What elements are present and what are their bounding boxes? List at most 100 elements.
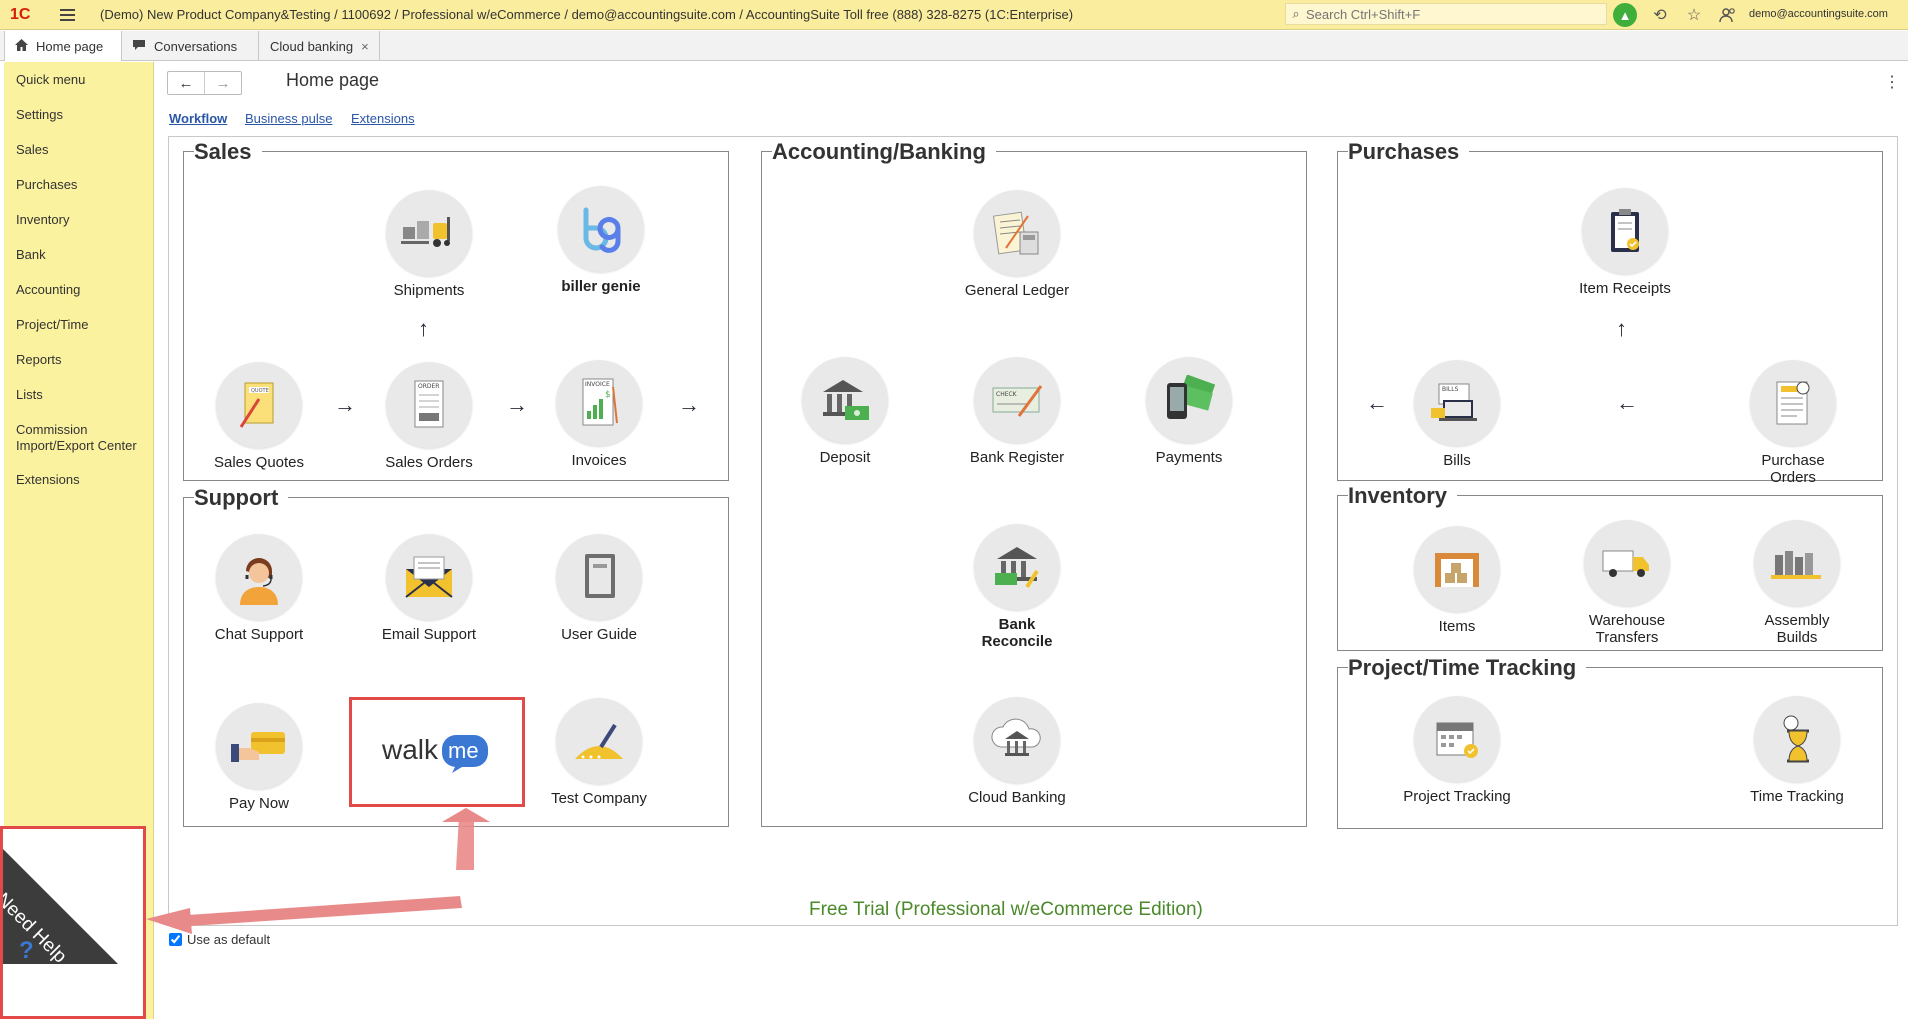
clipboard-check-icon — [1582, 188, 1668, 274]
hamburger-menu-icon[interactable] — [60, 8, 82, 21]
deposit-tile[interactable]: Deposit — [790, 357, 900, 466]
sidebar-item-project-time[interactable]: Project/Time — [16, 317, 88, 333]
svg-text:CHECK: CHECK — [996, 391, 1018, 398]
close-icon[interactable]: × — [361, 39, 369, 54]
svg-text:me: me — [448, 738, 479, 763]
biller-genie-tile[interactable]: biller genie — [546, 186, 656, 295]
sales-title: Sales — [194, 140, 262, 164]
bank-reconcile-tile[interactable]: Bank Reconcile — [962, 524, 1072, 650]
sidebar-item-reports[interactable]: Reports — [16, 352, 62, 368]
bills-laptop-icon: BILLS — [1414, 360, 1500, 446]
free-trial-banner[interactable]: Free Trial (Professional w/eCommerce Edi… — [809, 899, 1203, 921]
walkme-tile[interactable]: walk me — [349, 697, 525, 807]
tab-cloud-banking[interactable]: Cloud banking × — [260, 31, 380, 61]
notification-bell-icon[interactable]: ▲ — [1613, 3, 1637, 27]
forward-arrow-icon[interactable]: → — [204, 72, 241, 94]
users-icon[interactable] — [1716, 3, 1740, 27]
tab-label: Cloud banking — [270, 38, 354, 54]
purchase-orders-tile[interactable]: Purchase Orders — [1738, 360, 1848, 486]
shipments-tile[interactable]: Shipments — [374, 190, 484, 299]
sidebar-item-inventory[interactable]: Inventory — [16, 212, 69, 228]
sidebar-item-purchases[interactable]: Purchases — [16, 177, 77, 193]
sidebar-item-settings[interactable]: Settings — [16, 107, 63, 123]
app-logo[interactable]: 1C — [10, 6, 52, 24]
test-company-tile[interactable]: Test Company — [544, 698, 654, 807]
support-title: Support — [194, 486, 289, 510]
sidebar-item-accounting[interactable]: Accounting — [16, 282, 80, 298]
chat-support-tile[interactable]: Chat Support — [204, 534, 314, 643]
bank-reconcile-icon — [974, 524, 1060, 610]
tab-conversations[interactable]: Conversations — [122, 31, 259, 61]
test-company-label: Test Company — [551, 790, 647, 807]
sidebar-item-sales[interactable]: Sales — [16, 142, 49, 158]
payments-tile[interactable]: Payments — [1134, 357, 1244, 466]
use-as-default-checkbox[interactable] — [169, 933, 182, 946]
biller-genie-label: biller genie — [561, 278, 641, 295]
bank-reconcile-label: Bank Reconcile — [981, 616, 1053, 650]
user-guide-tile[interactable]: User Guide — [544, 534, 654, 643]
bank-cash-icon — [802, 357, 888, 443]
sidebar-item-extensions[interactable]: Extensions — [16, 472, 80, 488]
tab-business-pulse[interactable]: Business pulse — [245, 111, 332, 126]
cloud-banking-tile[interactable]: Cloud Banking — [962, 697, 1072, 806]
items-label: Items — [1438, 618, 1476, 635]
general-ledger-tile[interactable]: General Ledger — [962, 190, 1072, 299]
email-support-tile[interactable]: Email Support — [374, 534, 484, 643]
sales-quotes-tile[interactable]: QUOTE Sales Quotes — [204, 362, 314, 471]
arrow-up-icon: ↑ — [418, 316, 429, 341]
item-receipts-tile[interactable]: Item Receipts — [1570, 188, 1680, 297]
arrow-left-icon: ← — [1366, 390, 1388, 415]
sales-orders-tile[interactable]: ORDER Sales Orders — [374, 362, 484, 471]
check-pen-icon: CHECK — [974, 357, 1060, 443]
items-tile[interactable]: Items — [1402, 526, 1512, 635]
svg-text:BILLS: BILLS — [1442, 386, 1459, 393]
bank-register-tile[interactable]: CHECK Bank Register — [962, 357, 1072, 466]
warehouse-transfers-tile[interactable]: Warehouse Transfers — [1572, 520, 1682, 646]
sales-quotes-label: Sales Quotes — [213, 454, 305, 471]
assembly-builds-tile[interactable]: Assembly Builds — [1742, 520, 1852, 646]
project-title: Project/Time Tracking — [1348, 656, 1587, 680]
payments-label: Payments — [1155, 449, 1223, 466]
sidebar-item-lists[interactable]: Lists — [16, 387, 43, 403]
app-title: (Demo) New Product Company&Testing / 110… — [100, 7, 1074, 22]
search-icon: ⌕ — [1292, 6, 1300, 21]
invoice-chart-icon: INVOICE $ — [556, 360, 642, 446]
history-icon[interactable]: ⟲ — [1648, 3, 1672, 27]
more-options-icon[interactable]: ⋮ — [1884, 72, 1900, 92]
svg-text:QUOTE: QUOTE — [251, 388, 269, 394]
order-document-icon: ORDER — [386, 362, 472, 448]
tab-home-page[interactable]: Home page — [4, 31, 122, 61]
arrow-up-icon: ↑ — [1616, 316, 1627, 341]
warehouse-transfers-label: Warehouse Transfers — [1588, 612, 1666, 646]
back-arrow-icon[interactable]: ← — [168, 72, 204, 94]
invoices-tile[interactable]: INVOICE $ Invoices — [544, 360, 654, 469]
tab-workflow[interactable]: Workflow — [169, 111, 227, 126]
user-guide-label: User Guide — [561, 626, 637, 643]
headset-agent-icon — [216, 534, 302, 620]
item-receipts-label: Item Receipts — [1579, 280, 1671, 297]
question-icon: ? — [19, 937, 34, 964]
bills-tile[interactable]: BILLS Bills — [1402, 360, 1512, 469]
arrow-right-icon: → — [506, 392, 528, 417]
purchases-panel: Purchases Item Receipts ↑ ← BILLS Bills … — [1337, 140, 1883, 486]
tab-extensions[interactable]: Extensions — [351, 111, 415, 126]
factory-assembly-icon — [1754, 520, 1840, 606]
sidebar-item-bank[interactable]: Bank — [16, 247, 46, 263]
favorites-star-icon[interactable]: ☆ — [1682, 3, 1706, 27]
time-tracking-tile[interactable]: Time Tracking — [1742, 696, 1852, 805]
pay-now-tile[interactable]: Pay Now — [204, 703, 314, 812]
tab-bar: Home page Conversations Cloud banking × — [0, 31, 1908, 61]
use-as-default-option[interactable]: Use as default — [169, 932, 270, 947]
project-time-panel: Project/Time Tracking Project Tracking T… — [1337, 656, 1883, 829]
global-search[interactable]: ⌕ — [1285, 3, 1607, 25]
pay-now-label: Pay Now — [228, 795, 290, 812]
search-input[interactable] — [1306, 6, 1596, 22]
project-tracking-tile[interactable]: Project Tracking — [1402, 696, 1512, 805]
home-icon — [15, 38, 28, 54]
need-help-widget[interactable]: Need Help ? — [0, 826, 146, 1019]
user-email[interactable]: demo@accountingsuite.com — [1749, 8, 1888, 20]
sidebar-item-commission-import-export[interactable]: Commission Import/Export Center — [16, 422, 146, 454]
hourglass-clock-icon — [1754, 696, 1840, 782]
inventory-panel: Inventory Items Warehouse Transfers Asse… — [1337, 484, 1883, 651]
sidebar-item-quick-menu[interactable]: Quick menu — [16, 72, 85, 88]
